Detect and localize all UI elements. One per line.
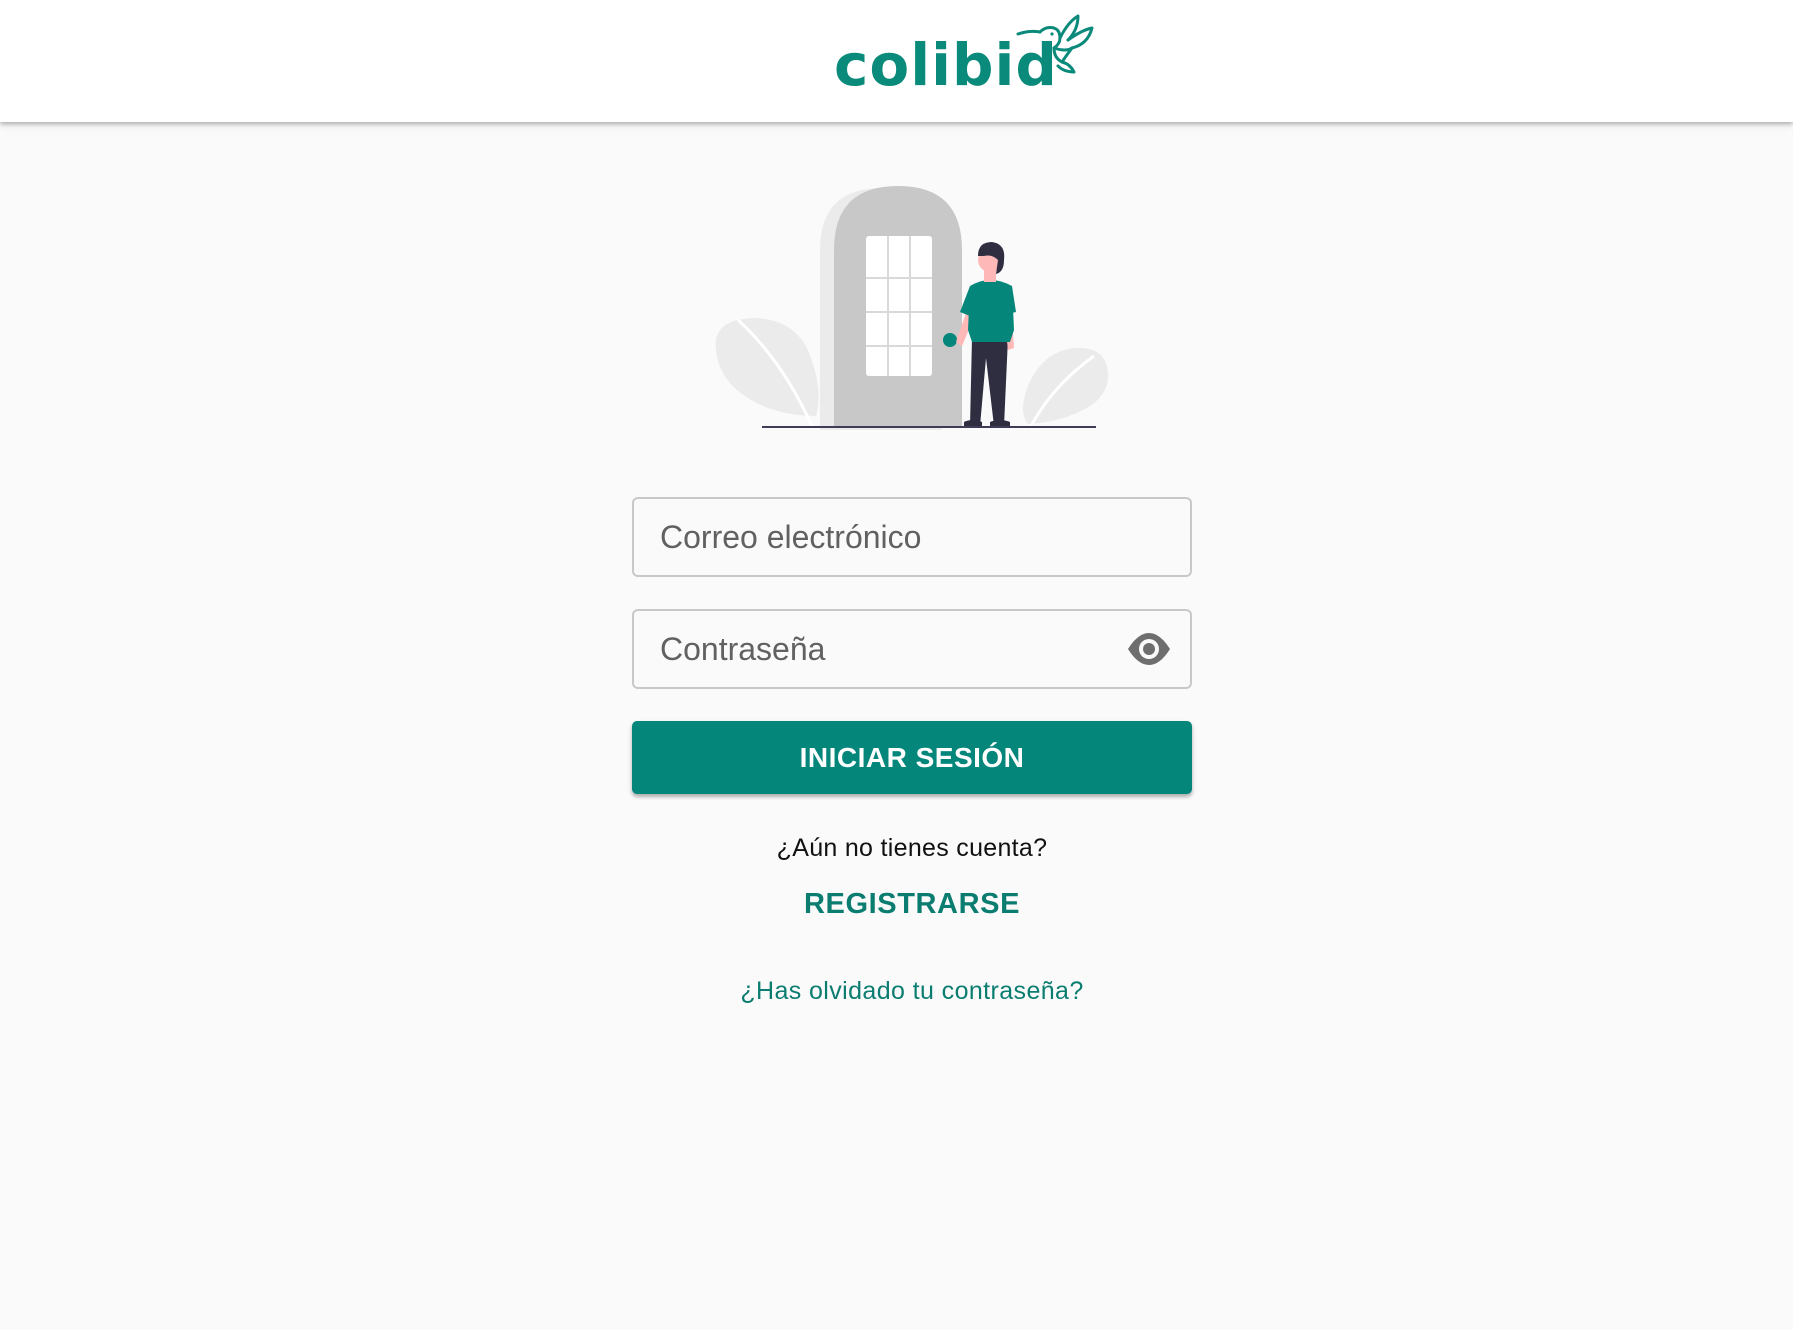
no-account-text: ¿Aún no tienes cuenta?	[776, 834, 1048, 862]
person-at-door-illustration	[715, 186, 1108, 430]
top-app-bar: colibid	[0, 0, 1793, 122]
password-field-container	[632, 609, 1192, 689]
email-input[interactable]	[660, 499, 1120, 575]
register-link[interactable]: REGISTRARSE	[632, 888, 1192, 921]
email-field-container	[632, 497, 1192, 577]
eye-icon[interactable]	[1126, 629, 1172, 669]
login-form: INICIAR SESIÓN ¿Aún no tienes cuenta? RE…	[632, 497, 1192, 1006]
colibid-logo[interactable]: colibid	[834, 14, 1094, 104]
password-input[interactable]	[660, 611, 1120, 687]
login-button[interactable]: INICIAR SESIÓN	[632, 721, 1192, 794]
forgot-password-link[interactable]: ¿Has olvidado tu contraseña?	[632, 977, 1192, 1006]
hummingbird-icon	[1016, 14, 1094, 74]
